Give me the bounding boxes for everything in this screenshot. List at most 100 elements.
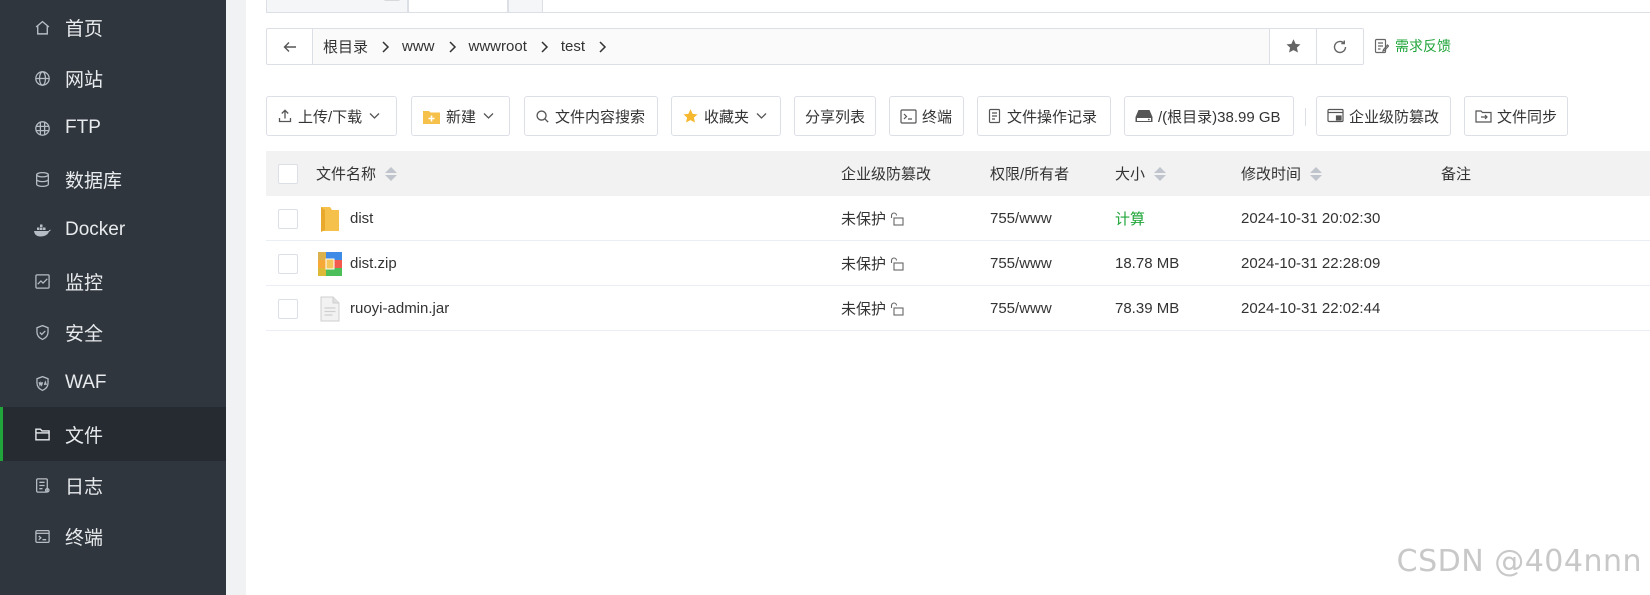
share-list-button[interactable]: 分享列表: [794, 96, 876, 136]
permission-cell[interactable]: 755/www: [990, 241, 1052, 286]
sidebar-item-label: 终端: [65, 527, 104, 549]
select-all-checkbox[interactable]: [278, 164, 298, 184]
table-row[interactable]: dist.zip 未保护 755/www 18.78 MB 2024-10-31…: [266, 241, 1650, 286]
permission-value: 755/www: [990, 255, 1052, 272]
breadcrumb-item-www[interactable]: www: [402, 38, 469, 55]
button-label: 文件内容搜索: [555, 108, 646, 126]
sidebar-item-label: 文件: [65, 425, 104, 447]
content-search-button[interactable]: 文件内容搜索: [524, 96, 658, 136]
file-table: 文件名称 企业级防篡改 权限/所有者 大小 修改时间 备注 dist 未保护 7…: [266, 151, 1650, 331]
tamper-status: 未保护: [841, 211, 887, 228]
column-header-modified[interactable]: 修改时间: [1241, 151, 1323, 196]
table-row[interactable]: dist 未保护 755/www 计算 2024-10-31 20:02:30: [266, 196, 1650, 241]
file-sync-button[interactable]: 文件同步: [1464, 96, 1568, 136]
file-name-cell[interactable]: dist.zip: [316, 241, 397, 286]
waf-shield-icon: [33, 374, 51, 392]
file-name-cell[interactable]: dist: [316, 196, 373, 241]
tab-strip: [266, 0, 1650, 13]
back-button[interactable]: [267, 29, 313, 64]
sort-icon[interactable]: [385, 166, 398, 181]
favorite-button[interactable]: [1269, 29, 1316, 64]
feedback-link[interactable]: 需求反馈: [1374, 35, 1451, 57]
new-folder-icon: [422, 108, 441, 125]
sidebar-item-docker[interactable]: Docker: [0, 203, 226, 257]
tamper-proof-button[interactable]: 企业级防篡改: [1316, 96, 1451, 136]
calculate-size-link[interactable]: 计算: [1115, 208, 1145, 229]
breadcrumb-item-root[interactable]: 根目录: [323, 36, 402, 57]
tamper-status-cell[interactable]: 未保护: [841, 286, 904, 331]
terminal-button[interactable]: 终端: [889, 96, 964, 136]
file-size: 78.39 MB: [1115, 300, 1180, 317]
breadcrumb-item-wwwroot[interactable]: wwwroot: [469, 38, 561, 55]
tab-current[interactable]: [408, 0, 508, 13]
sidebar-item-files[interactable]: 文件: [0, 407, 226, 461]
refresh-button[interactable]: [1316, 29, 1363, 64]
breadcrumb-label: test: [560, 38, 586, 55]
permission-cell[interactable]: 755/www: [990, 286, 1052, 331]
file-icon: [316, 295, 344, 323]
database-icon: [33, 170, 51, 188]
sidebar-item-home[interactable]: 首页: [0, 0, 226, 54]
tab-add-button[interactable]: [508, 0, 543, 13]
sidebar-item-waf[interactable]: WAF: [0, 356, 226, 410]
globe-ftp-icon: [33, 119, 51, 137]
file-name[interactable]: ruoyi-admin.jar: [350, 300, 449, 317]
unlock-icon: [889, 211, 904, 226]
unlock-icon: [889, 301, 904, 316]
zip-archive-icon: [316, 250, 344, 278]
terminal-icon: [33, 527, 51, 545]
unlock-icon: [889, 256, 904, 271]
terminal-icon: [900, 108, 917, 124]
sort-icon[interactable]: [1310, 166, 1323, 181]
feedback-label: 需求反馈: [1395, 38, 1451, 54]
row-checkbox[interactable]: [278, 299, 298, 319]
disk-usage-button[interactable]: /(根目录)38.99 GB: [1124, 96, 1294, 136]
sidebar-item-database[interactable]: 数据库: [0, 152, 226, 206]
tamper-status: 未保护: [841, 301, 887, 318]
sidebar: 首页 网站 FTP 数据库 Docker 监控 安全 WAF 文件 日志 终端: [0, 0, 226, 595]
sidebar-item-logs[interactable]: 日志: [0, 458, 226, 512]
permission-cell[interactable]: 755/www: [990, 196, 1052, 241]
modified-time: 2024-10-31 22:28:09: [1241, 255, 1381, 272]
button-label: 收藏夹: [704, 108, 750, 126]
table-row[interactable]: ruoyi-admin.jar 未保护 755/www 78.39 MB 202…: [266, 286, 1650, 331]
size-cell[interactable]: 计算: [1115, 196, 1145, 241]
breadcrumb-label: wwwroot: [468, 38, 527, 55]
chevron-down-icon: [369, 112, 380, 120]
header-label: 企业级防篡改: [841, 166, 932, 183]
tamper-proof-icon: [1327, 108, 1344, 124]
shield-icon: [33, 323, 51, 341]
breadcrumb-item-test[interactable]: test: [561, 38, 619, 55]
column-header-size[interactable]: 大小: [1115, 151, 1167, 196]
file-name-cell[interactable]: ruoyi-admin.jar: [316, 286, 449, 331]
sort-icon[interactable]: [1154, 166, 1167, 181]
sidebar-item-monitor[interactable]: 监控: [0, 254, 226, 308]
sidebar-item-security[interactable]: 安全: [0, 305, 226, 359]
new-button[interactable]: 新建: [411, 96, 510, 136]
watermark: CSDN @404nnn: [1396, 544, 1642, 579]
folder-icon: [33, 425, 51, 443]
sidebar-item-label: 数据库: [65, 170, 123, 192]
file-name[interactable]: dist: [350, 210, 373, 227]
arrow-left-icon: [282, 39, 298, 55]
row-checkbox[interactable]: [278, 254, 298, 274]
row-checkbox[interactable]: [278, 209, 298, 229]
favorites-button[interactable]: 收藏夹: [671, 96, 781, 136]
modified-time: 2024-10-31 20:02:30: [1241, 210, 1381, 227]
home-icon: [33, 18, 51, 36]
close-icon[interactable]: [383, 0, 401, 1]
column-header-tamper: 企业级防篡改: [841, 151, 931, 196]
column-header-name[interactable]: 文件名称: [316, 151, 398, 196]
sidebar-item-label: 首页: [65, 18, 104, 40]
tab-previous[interactable]: [266, 0, 408, 13]
upload-download-button[interactable]: 上传/下载: [266, 96, 397, 136]
operation-log-button[interactable]: 文件操作记录: [977, 96, 1111, 136]
file-name[interactable]: dist.zip: [350, 255, 397, 272]
tamper-status-cell[interactable]: 未保护: [841, 196, 904, 241]
sidebar-item-label: 网站: [65, 69, 104, 91]
header-label: 备注: [1441, 166, 1472, 183]
sidebar-item-terminal[interactable]: 终端: [0, 509, 226, 563]
sidebar-item-websites[interactable]: 网站: [0, 51, 226, 105]
sidebar-item-ftp[interactable]: FTP: [0, 101, 226, 155]
tamper-status-cell[interactable]: 未保护: [841, 241, 904, 286]
